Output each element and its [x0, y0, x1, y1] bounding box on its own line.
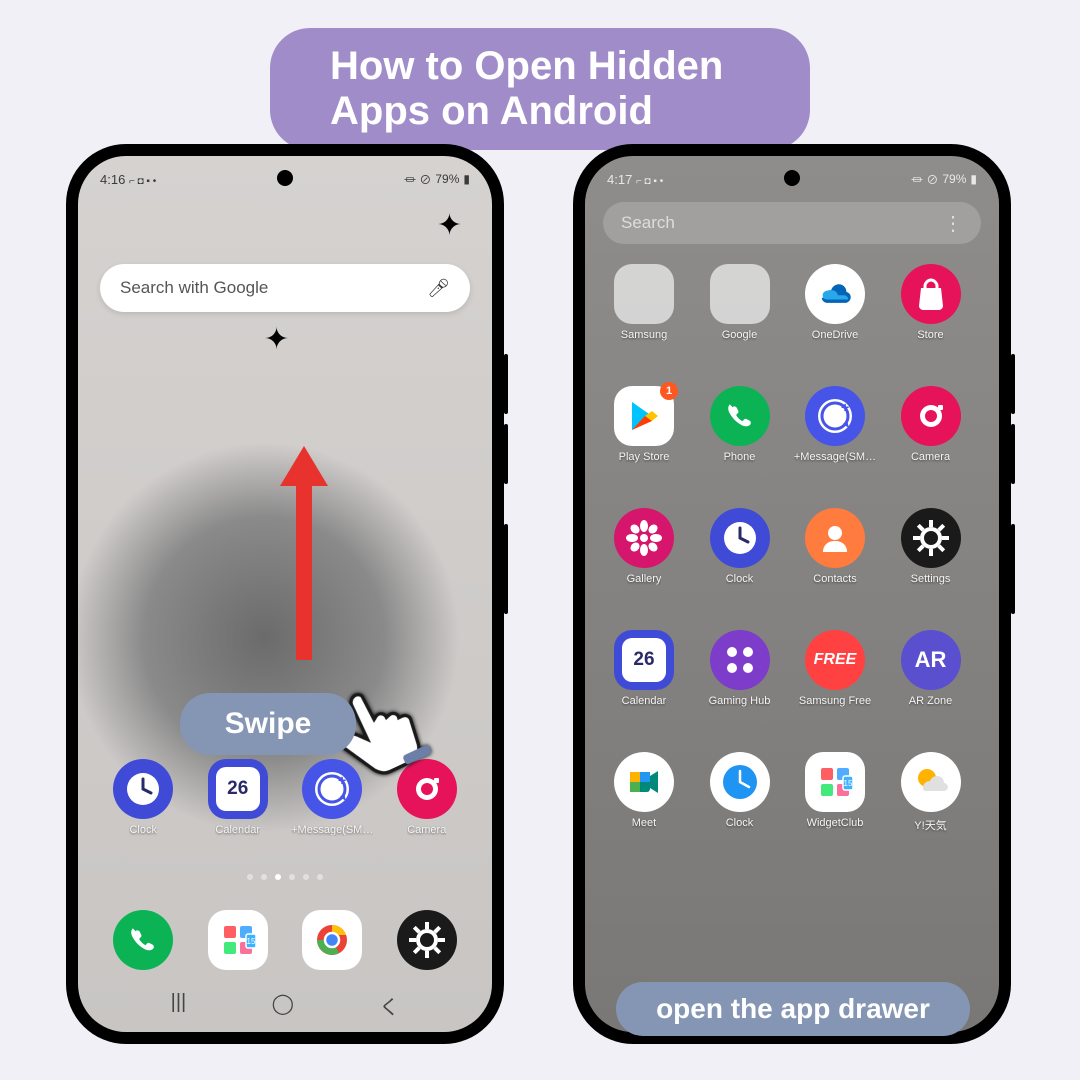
- favorites-dock: 15: [78, 910, 492, 970]
- sparkle-icon: ✦: [437, 208, 462, 243]
- sparkle-icon: ✦: [264, 322, 289, 357]
- home-screen[interactable]: 4:16 ⌐ ◘ ▪ • ⏛ ⊘ 79%▮ ✦ ✦ Search with Go…: [78, 156, 492, 1032]
- mic-icon[interactable]: 🎤︎: [427, 278, 450, 299]
- app-grid: SamsungGoogleOneDriveStore 1Play StorePho…: [585, 264, 999, 972]
- app-Clock[interactable]: Clock: [697, 508, 783, 630]
- app-Settings[interactable]: Settings: [888, 508, 974, 630]
- app-Phone[interactable]: Phone: [697, 386, 783, 508]
- app-gear[interactable]: [384, 910, 470, 970]
- nav-bar[interactable]: |||◯く: [78, 991, 492, 1020]
- svg-text:+: +: [841, 399, 849, 415]
- phone-home: 4:16 ⌐ ◘ ▪ • ⏛ ⊘ 79%▮ ✦ ✦ Search with Go…: [66, 144, 504, 1044]
- app-Samsung Free[interactable]: FREESamsung Free: [792, 630, 878, 752]
- app-Clock[interactable]: Clock: [100, 759, 186, 836]
- app-OneDrive[interactable]: OneDrive: [792, 264, 878, 386]
- app-phone[interactable]: [100, 910, 186, 970]
- app-Meet[interactable]: Meet: [601, 752, 687, 874]
- page-title: How to Open Hidden Apps on Android: [270, 28, 810, 150]
- app-Calendar[interactable]: 26Calendar: [601, 630, 687, 752]
- app-Gaming Hub[interactable]: Gaming Hub: [697, 630, 783, 752]
- svg-text:15: 15: [246, 937, 255, 946]
- swipe-arrow: [296, 484, 312, 660]
- drawer-callout: open the app drawer: [616, 982, 970, 1036]
- app-WidgetClub[interactable]: 15WidgetClub: [792, 752, 878, 874]
- app-Google[interactable]: Google: [697, 264, 783, 386]
- phone-drawer: 4:17 ⌐ ◘ ▪ • ⏛ ⊘ 79%▮ Search ⋮ SamsungGo…: [573, 144, 1011, 1044]
- app-widget[interactable]: 15: [195, 910, 281, 970]
- camera-notch: [277, 170, 293, 186]
- app-Store[interactable]: Store: [888, 264, 974, 386]
- app-AR Zone[interactable]: ARAR Zone: [888, 630, 974, 752]
- app-Samsung[interactable]: Samsung: [601, 264, 687, 386]
- drawer-search[interactable]: Search ⋮: [603, 202, 981, 244]
- app-+Message(SM…[interactable]: ++Message(SM…: [792, 386, 878, 508]
- page-indicator: [78, 874, 492, 880]
- app-drawer-screen[interactable]: 4:17 ⌐ ◘ ▪ • ⏛ ⊘ 79%▮ Search ⋮ SamsungGo…: [585, 156, 999, 1032]
- camera-notch: [784, 170, 800, 186]
- app-Camera[interactable]: Camera: [888, 386, 974, 508]
- swipe-callout: Swipe: [180, 693, 356, 755]
- app-Calendar[interactable]: 26Calendar: [195, 759, 281, 836]
- app-Contacts[interactable]: Contacts: [792, 508, 878, 630]
- app-Play Store[interactable]: 1Play Store: [601, 386, 687, 508]
- svg-text:15: 15: [844, 779, 853, 788]
- google-search[interactable]: Search with Google 🎤︎: [100, 264, 470, 312]
- app-chrome[interactable]: [289, 910, 375, 970]
- app-Y!天気[interactable]: Y!天気: [888, 752, 974, 874]
- app-Clock[interactable]: Clock: [697, 752, 783, 874]
- app-Gallery[interactable]: Gallery: [601, 508, 687, 630]
- more-icon[interactable]: ⋮: [943, 211, 963, 236]
